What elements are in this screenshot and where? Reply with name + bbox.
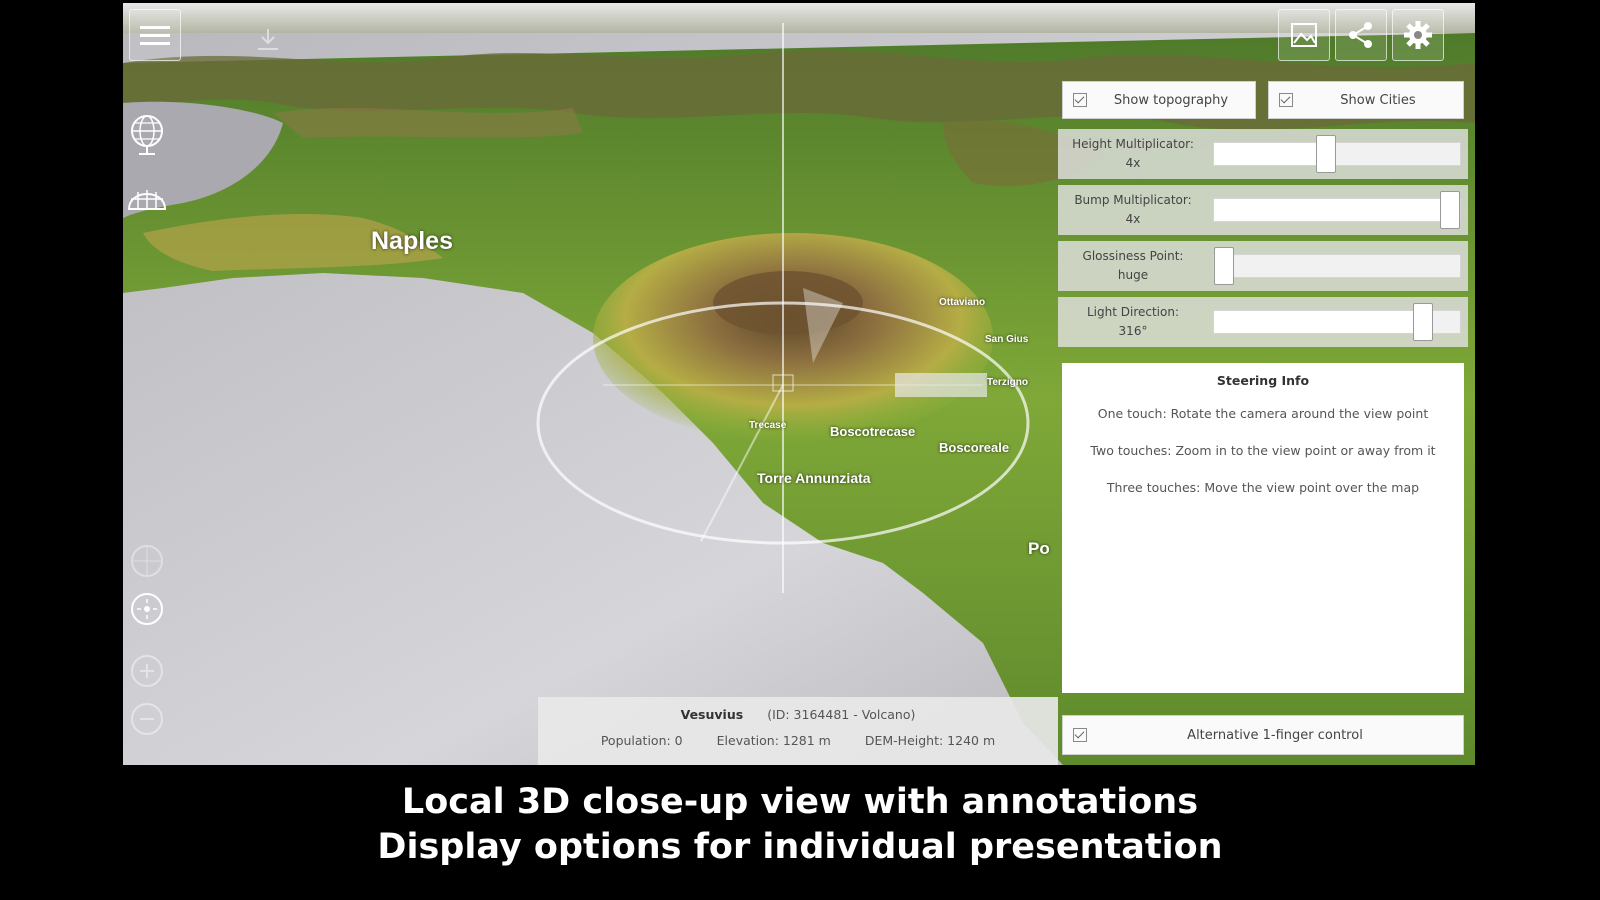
bump-multiplicator-value: 4x: [1125, 212, 1141, 226]
steering-info-line-3: Three touches: Move the view point over …: [1106, 480, 1420, 495]
caption-line-1: Local 3D close-up view with annotations: [401, 782, 1199, 822]
alternative-control-label: Alternative 1-finger control: [1187, 727, 1363, 743]
globe-button[interactable]: [127, 113, 167, 159]
city-label-naples: Naples: [371, 227, 453, 255]
compass-icon: [131, 545, 163, 577]
feature-name: Vesuvius: [680, 707, 744, 722]
show-cities-toggle[interactable]: Show Cities: [1268, 81, 1464, 119]
glossiness-point-value: huge: [1117, 268, 1149, 282]
promo-caption: Local 3D close-up view with annotations …: [0, 780, 1600, 870]
locate-icon: [131, 593, 163, 625]
feature-elevation: Elevation: 1281 m: [716, 733, 831, 748]
glossiness-point-label: Glossiness Point:: [1082, 249, 1184, 263]
zoom-in-button[interactable]: [129, 653, 165, 689]
menu-button[interactable]: [129, 9, 181, 61]
height-multiplicator-value: 4x: [1125, 156, 1141, 170]
light-direction-label: Light Direction:: [1086, 305, 1179, 319]
download-button[interactable]: [253, 25, 283, 55]
city-label-boscoreale: Boscoreale: [939, 440, 1010, 455]
compass-button[interactable]: [129, 543, 165, 579]
zoom-out-icon: [131, 703, 163, 735]
city-label-pompei: Po: [1028, 539, 1050, 558]
feature-population: Population: 0: [600, 733, 683, 748]
slider-thumb[interactable]: [1413, 303, 1433, 341]
vesuvius-slopes: [593, 233, 993, 443]
show-topography-checkbox[interactable]: [1073, 93, 1087, 107]
slider-thumb[interactable]: [1316, 135, 1336, 173]
feature-info-bar: Vesuvius (ID: 3164481 - Volcano) Populat…: [538, 697, 1058, 765]
show-cities-checkbox[interactable]: [1279, 93, 1293, 107]
show-cities-label: Show Cities: [1340, 92, 1416, 108]
locate-button[interactable]: [129, 591, 165, 627]
globe-icon: [131, 115, 163, 155]
feature-dem-height: DEM-Height: 1240 m: [864, 733, 996, 748]
steering-info-line-1: One touch: Rotate the camera around the …: [1097, 406, 1429, 421]
share-button[interactable]: [1335, 9, 1387, 61]
feature-type: Volcano): [861, 707, 916, 722]
zoom-in-icon: [131, 655, 163, 687]
zoom-out-button[interactable]: [129, 701, 165, 737]
city-label-ottaviano: Ottaviano: [939, 297, 986, 308]
light-direction-value: 316°: [1118, 324, 1148, 338]
city-label-terzigno: Terzigno: [987, 377, 1028, 388]
hills: [273, 108, 583, 138]
light-direction-row: Light Direction: 316°: [1058, 297, 1468, 347]
light-direction-slider[interactable]: [1213, 303, 1461, 341]
feature-id: (ID: 3164481: [767, 707, 850, 722]
grid-globe-icon: [127, 190, 167, 210]
height-multiplicator-slider[interactable]: [1213, 135, 1461, 173]
slider-thumb[interactable]: [1440, 191, 1460, 229]
vesuvius-label-box: [895, 373, 987, 397]
slider-thumb[interactable]: [1214, 247, 1234, 285]
glossiness-point-row: Glossiness Point: huge: [1058, 241, 1468, 291]
display-options-panel: Show topography Show Cities Height Multi…: [1058, 71, 1468, 761]
bump-multiplicator-label: Bump Multiplicator:: [1074, 193, 1192, 207]
bump-multiplicator-slider[interactable]: [1213, 191, 1461, 229]
steering-info-box: Steering Info One touch: Rotate the came…: [1062, 363, 1464, 693]
grid-globe-button[interactable]: [125, 175, 169, 215]
caption-line-2: Display options for individual presentat…: [377, 827, 1223, 867]
share-icon: [1349, 22, 1372, 48]
bump-multiplicator-row: Bump Multiplicator: 4x: [1058, 185, 1468, 235]
hamburger-menu-icon: [140, 26, 170, 45]
image-button[interactable]: [1278, 9, 1330, 61]
city-label-torre-annunziata: Torre Annunziata: [757, 470, 871, 486]
show-topography-label: Show topography: [1113, 92, 1229, 108]
glossiness-point-slider[interactable]: [1213, 247, 1461, 285]
gear-icon: [1404, 21, 1432, 49]
app-screen: Naples Boscotrecase Boscoreale Torre Ann…: [123, 3, 1475, 765]
height-multiplicator-row: Height Multiplicator: 4x: [1058, 129, 1468, 179]
steering-info-line-2: Two touches: Zoom in to the view point o…: [1090, 443, 1436, 458]
city-label-trecase: Trecase: [749, 420, 787, 431]
height-multiplicator-label: Height Multiplicator:: [1072, 137, 1194, 151]
steering-info-title: Steering Info: [1216, 373, 1310, 388]
city-label-boscotrecase: Boscotrecase: [830, 424, 916, 439]
show-topography-toggle[interactable]: Show topography: [1062, 81, 1256, 119]
image-icon: [1291, 23, 1317, 47]
alternative-control-checkbox[interactable]: [1073, 728, 1087, 742]
city-label-san-giuseppe: San Gius: [985, 334, 1029, 345]
download-icon: [258, 29, 278, 50]
settings-button[interactable]: [1392, 9, 1444, 61]
alternative-control-toggle[interactable]: Alternative 1-finger control: [1062, 715, 1464, 755]
